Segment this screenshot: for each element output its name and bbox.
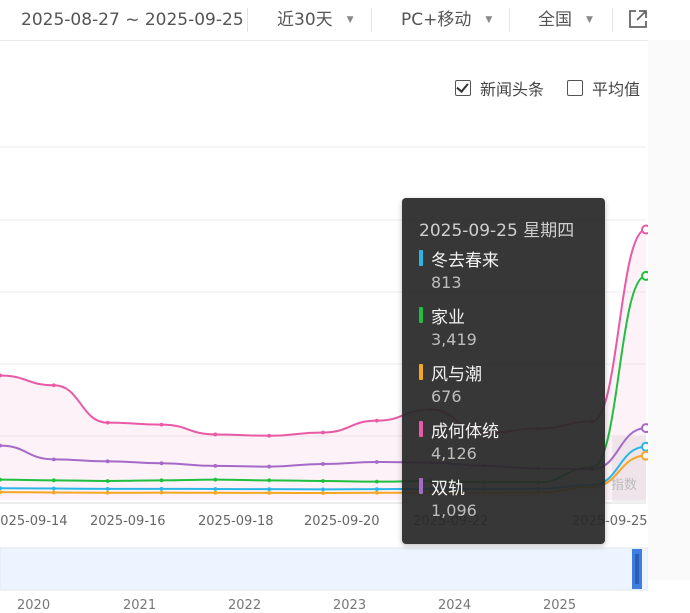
series-point xyxy=(267,464,272,469)
tooltip-series-value: 3,419 xyxy=(431,330,477,349)
tooltip-date: 2025-09-25 星期四 xyxy=(419,221,575,241)
series-point xyxy=(213,490,218,495)
series-point xyxy=(159,486,164,491)
series-point xyxy=(159,422,164,427)
series-point xyxy=(267,491,272,495)
series-point xyxy=(267,487,272,492)
tooltip-series-name: 家业 xyxy=(431,308,465,328)
series-point xyxy=(159,490,164,495)
tooltip-series-value: 813 xyxy=(431,273,462,292)
navigator-handle-grip xyxy=(635,554,639,584)
series-point xyxy=(213,432,218,437)
overlay-label: 指数 xyxy=(611,478,638,493)
series-color-marker xyxy=(419,307,423,323)
series-point xyxy=(374,460,379,464)
series-color-marker xyxy=(419,250,423,266)
series-point xyxy=(321,430,325,435)
series-point xyxy=(159,478,164,483)
series-point xyxy=(105,490,110,495)
series-point xyxy=(267,433,272,438)
series-point xyxy=(105,420,110,425)
series-point xyxy=(105,459,110,464)
series-point xyxy=(0,477,2,482)
navigator-tick-label: 2024 xyxy=(438,598,472,613)
series-point xyxy=(105,486,110,491)
chart-tooltip: 2025-09-25 星期四 冬去春来 813 家业 3,419 风与潮 676 成何体统 4… xyxy=(402,198,605,544)
side-panel xyxy=(648,40,690,580)
series-point xyxy=(0,490,2,495)
series-point xyxy=(213,477,218,482)
tooltip-series-name: 双轨 xyxy=(431,479,465,499)
x-tick-label: 2025-09-14 xyxy=(0,514,68,529)
series-color-marker xyxy=(419,478,423,494)
series-point xyxy=(213,464,218,468)
series-color-marker xyxy=(419,364,423,380)
series-point xyxy=(51,486,56,491)
series-point xyxy=(0,486,2,491)
tooltip-series-name: 成何体统 xyxy=(431,422,499,442)
tooltip-series-name: 风与潮 xyxy=(431,365,482,385)
tooltip-series-value: 4,126 xyxy=(431,444,477,463)
tooltip-series-value: 676 xyxy=(431,387,462,406)
series-point xyxy=(374,490,379,495)
series-point xyxy=(105,479,110,483)
series-point xyxy=(641,423,648,434)
series-point xyxy=(0,443,2,448)
series-point xyxy=(321,479,325,483)
series-point xyxy=(374,487,379,492)
series-point xyxy=(641,441,648,452)
navigator-tick-label: 2022 xyxy=(228,598,262,613)
tooltip-series-value: 1,096 xyxy=(431,501,477,520)
series-point xyxy=(321,462,325,466)
series-point xyxy=(213,487,218,491)
time-navigator xyxy=(0,547,648,591)
x-tick-label: 2025-09-20 xyxy=(304,514,380,529)
series-point xyxy=(641,450,648,461)
navigator-tick-label: 2021 xyxy=(123,598,157,613)
series-point xyxy=(51,490,56,495)
series-point xyxy=(51,383,56,388)
series-point xyxy=(321,491,325,495)
series-point xyxy=(0,373,2,378)
series-point xyxy=(51,457,56,462)
series-point xyxy=(374,418,379,423)
tooltip-series-name: 冬去春来 xyxy=(431,251,499,271)
series-point xyxy=(267,478,272,483)
series-point xyxy=(321,487,325,492)
navigator-tick-label: 2020 xyxy=(17,598,51,613)
navigator-tick-label: 2025 xyxy=(543,598,577,613)
series-point xyxy=(641,224,648,235)
x-tick-label: 2025-09-18 xyxy=(198,514,274,529)
navigator-tick-label: 2023 xyxy=(333,598,367,613)
series-point xyxy=(51,478,56,483)
series-point xyxy=(374,479,379,484)
series-point xyxy=(159,461,164,466)
series-point xyxy=(641,270,648,281)
x-tick-label: 2025-09-16 xyxy=(90,514,166,529)
series-color-marker xyxy=(419,421,423,437)
